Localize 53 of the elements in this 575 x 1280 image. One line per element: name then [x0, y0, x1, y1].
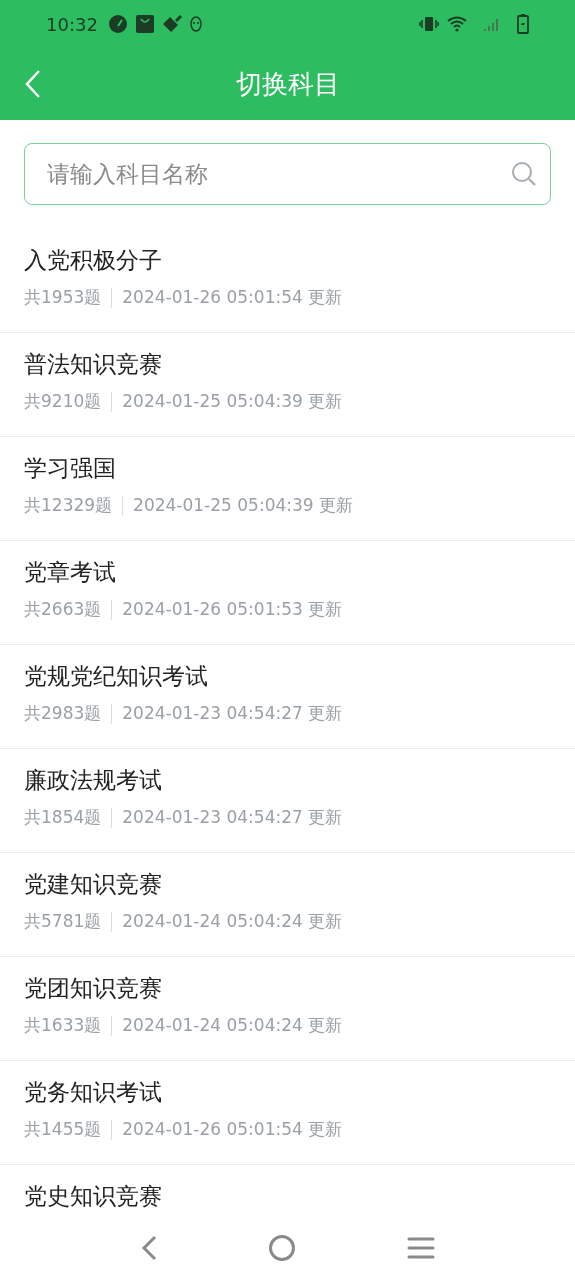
subject-item[interactable]: 党建知识竞赛 共5781题 2024-01-24 05:04:24 更新 [0, 853, 575, 957]
update-time: 2024-01-23 04:54:27 更新 [122, 806, 343, 829]
gauge-icon [107, 14, 128, 34]
search-icon[interactable] [511, 161, 537, 187]
question-count: 共2663题 [24, 598, 102, 621]
subject-title: 党章考试 [24, 558, 117, 587]
subject-title: 普法知识竞赛 [24, 350, 163, 379]
battery-icon [517, 14, 529, 34]
update-time: 2024-01-25 05:04:39 更新 [122, 390, 343, 413]
question-count: 共1854题 [24, 806, 102, 829]
question-count: 共2983题 [24, 702, 102, 725]
question-count: 共1455题 [24, 1118, 102, 1141]
subject-title: 入党积极分子 [24, 246, 163, 275]
back-button[interactable] [24, 69, 42, 99]
subject-title: 党建知识竞赛 [24, 870, 163, 899]
update-time: 2024-01-26 05:01:54 更新 [122, 1118, 343, 1141]
question-count: 共5781题 [24, 910, 102, 933]
home-nav-button[interactable] [268, 1233, 297, 1262]
signal-icon [483, 16, 501, 32]
subject-item[interactable]: 廉政法规考试 共1854题 2024-01-23 04:54:27 更新 [0, 749, 575, 853]
subject-item[interactable]: 党务知识考试 共1455题 2024-01-26 05:01:54 更新 [0, 1061, 575, 1165]
update-time: 2024-01-24 05:04:24 更新 [122, 910, 343, 933]
back-nav-button[interactable] [140, 1234, 159, 1261]
subject-title: 党规党纪知识考试 [24, 662, 209, 691]
menu-nav-button[interactable] [406, 1235, 435, 1260]
subject-title: 党团知识竞赛 [24, 974, 163, 1003]
robot-icon [189, 16, 202, 32]
status-time: 10:32 [46, 12, 98, 37]
update-time: 2024-01-25 05:04:39 更新 [133, 494, 354, 517]
question-count: 共12329题 [24, 494, 113, 517]
subject-item[interactable]: 入党积极分子 共1953题 2024-01-26 05:01:54 更新 [0, 229, 575, 333]
question-count: 共9210题 [24, 390, 102, 413]
wifi-icon [447, 16, 467, 32]
question-count: 共1633题 [24, 1014, 102, 1037]
subject-title: 党务知识考试 [24, 1078, 163, 1107]
update-time: 2024-01-23 04:54:27 更新 [122, 702, 343, 725]
bag-icon [135, 15, 154, 33]
vibrate-icon [419, 16, 439, 32]
update-time: 2024-01-26 05:01:54 更新 [122, 286, 343, 309]
subject-item[interactable]: 普法知识竞赛 共9210题 2024-01-25 05:04:39 更新 [0, 333, 575, 437]
search-field[interactable]: 请输入科目名称 [24, 143, 551, 205]
page-title: 切换科目 [235, 67, 340, 101]
subject-title: 廉政法规考试 [24, 766, 163, 795]
update-time: 2024-01-26 05:01:53 更新 [122, 598, 343, 621]
subject-item[interactable]: 党规党纪知识考试 共2983题 2024-01-23 04:54:27 更新 [0, 645, 575, 749]
question-count: 共1953题 [24, 286, 102, 309]
subject-title: 学习强国 [24, 454, 117, 483]
update-time: 2024-01-24 05:04:24 更新 [122, 1014, 343, 1037]
brush-icon [161, 15, 182, 33]
subject-title: 党史知识竞赛 [24, 1182, 163, 1211]
subject-item[interactable]: 党章考试 共2663题 2024-01-26 05:01:53 更新 [0, 541, 575, 645]
subject-item[interactable]: 学习强国 共12329题 2024-01-25 05:04:39 更新 [0, 437, 575, 541]
subject-item[interactable]: 党团知识竞赛 共1633题 2024-01-24 05:04:24 更新 [0, 957, 575, 1061]
